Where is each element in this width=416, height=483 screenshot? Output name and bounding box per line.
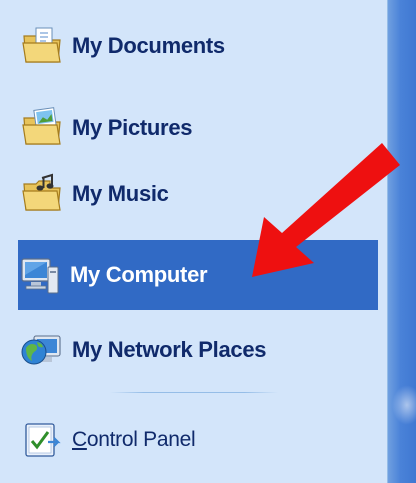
menu-item-my-network-places[interactable]: My Network Places	[20, 318, 378, 382]
control-panel-icon	[25, 423, 61, 457]
my-computer-icon	[21, 258, 59, 294]
mnemonic-letter: C	[72, 428, 87, 451]
menu-item-label: My Computer	[70, 262, 208, 287]
network-globe-icon	[21, 335, 61, 365]
menu-item-label: My Music	[72, 181, 169, 206]
menu-item-label-rest: ontrol Panel	[86, 428, 196, 451]
start-menu-right-edge	[388, 0, 416, 483]
menu-item-control-panel[interactable]: Control Panel	[20, 408, 378, 472]
edge-highlight	[392, 385, 416, 425]
menu-item-my-pictures[interactable]: My Pictures	[20, 96, 378, 160]
menu-item-label: My Pictures	[72, 115, 193, 140]
menu-separator	[110, 392, 278, 393]
menu-item-label: Control Panel	[72, 428, 196, 452]
my-music-folder-icon	[22, 173, 61, 211]
menu-item-my-computer[interactable]: My Computer	[18, 240, 378, 310]
my-pictures-folder-icon	[22, 107, 61, 145]
menu-item-my-music[interactable]: My Music	[20, 162, 378, 226]
menu-item-my-documents[interactable]: My Documents	[20, 14, 378, 78]
start-menu-right-column: My Documents My Pictures My Music My Com…	[0, 0, 388, 483]
menu-item-label: My Network Places	[72, 337, 267, 362]
my-documents-folder-icon	[22, 27, 61, 63]
menu-item-label: My Documents	[72, 33, 225, 58]
